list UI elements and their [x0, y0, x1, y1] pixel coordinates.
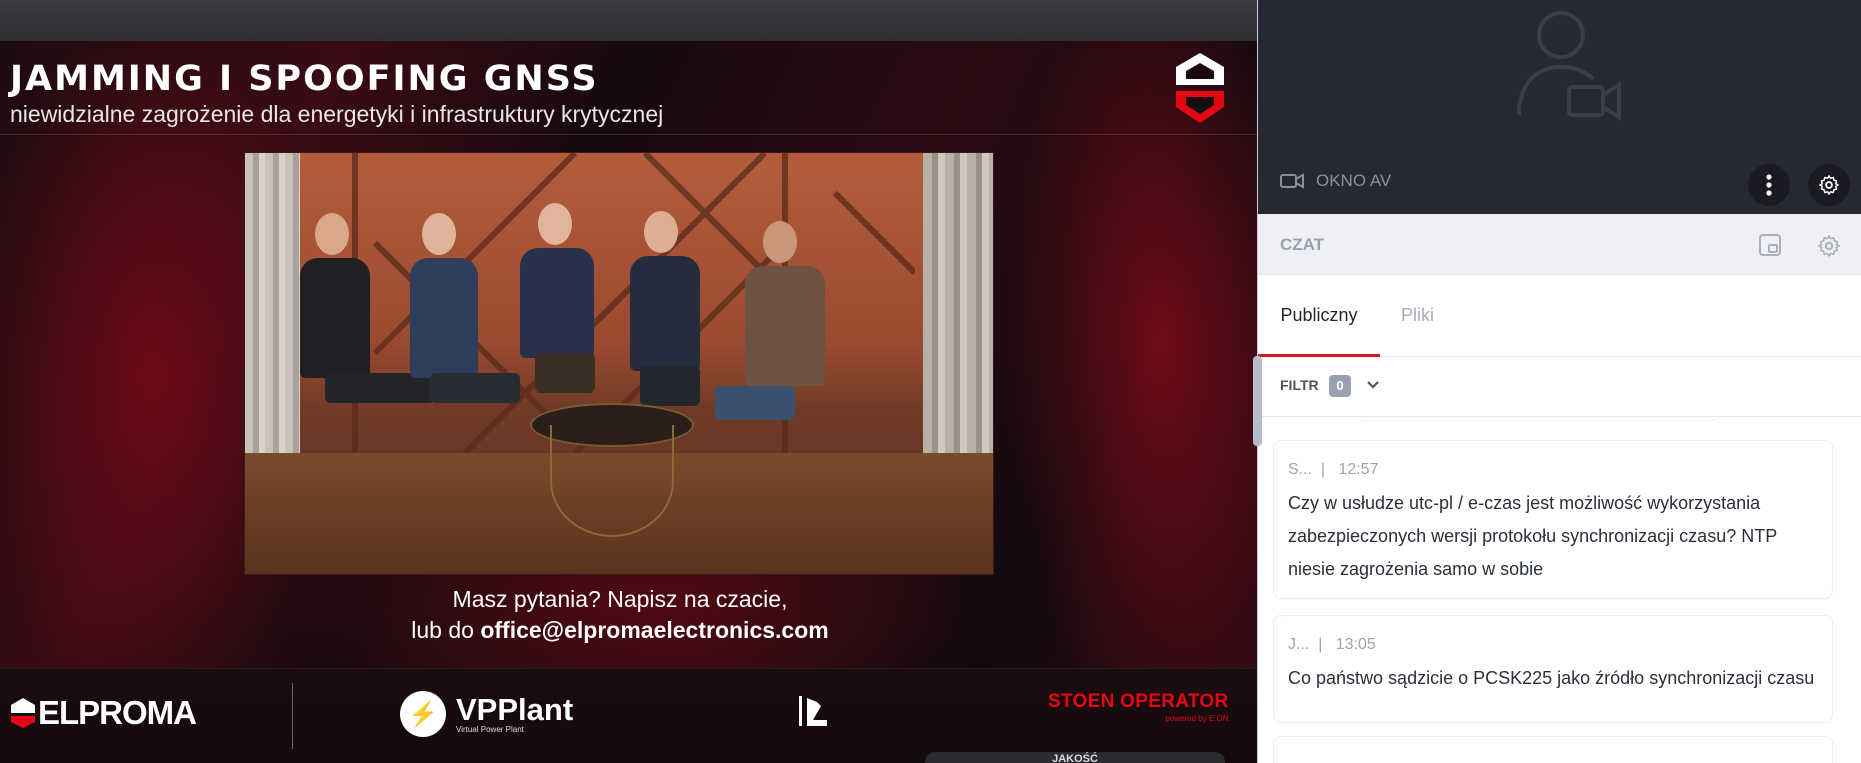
message-author: S...: [1288, 461, 1313, 478]
elproma-mark-icon: [11, 698, 35, 728]
message-text: Co państwo sądzicie o PCSK225 jako źródł…: [1288, 668, 1815, 688]
stoen-name: STOEN OPERATOR: [1048, 691, 1229, 712]
tab-files[interactable]: Pliki: [1401, 274, 1434, 356]
chat-tabs: Publiczny Pliki: [1258, 274, 1861, 357]
message-text: Czy w usłudze utc-pl / e-czas jest możli…: [1288, 493, 1777, 579]
elproma-shield-icon: [1176, 53, 1224, 123]
video-camera-icon: [1280, 173, 1304, 189]
av-more-button[interactable]: [1748, 164, 1790, 206]
av-window-label: OKNO AV: [1280, 171, 1391, 191]
more-vertical-icon: [1766, 174, 1772, 196]
contact-email: office@elpromaelectronics.com: [480, 617, 829, 643]
previous-message-edge: [1358, 416, 1720, 421]
elproma-logo: ELPROMA: [10, 693, 197, 733]
message-meta: J... | 13:05: [1288, 636, 1376, 654]
elproma-wordmark: ELPROMA: [38, 694, 197, 731]
chat-message: S... | 12:57 Czy w usłudze utc-pl / e-cz…: [1273, 440, 1833, 599]
gear-icon[interactable]: [1817, 234, 1841, 258]
message-separator: |: [1316, 461, 1334, 478]
video-stage: JAMMING I SPOOFING GNSS niewidzialne zag…: [0, 0, 1257, 763]
stoen-operator-logo: STOEN OPERATOR powered by E.ON: [1048, 691, 1229, 723]
filter-count-badge: 0: [1329, 375, 1351, 397]
questions-email-line: lub do office@elpromaelectronics.com: [0, 617, 1240, 644]
message-author: J...: [1288, 636, 1310, 653]
av-window: OKNO AV: [1258, 0, 1861, 214]
quality-button[interactable]: JAKOŚĆ: [925, 752, 1225, 763]
av-window-title: OKNO AV: [1316, 171, 1392, 190]
filter-label: FILTR: [1280, 377, 1319, 393]
popout-icon[interactable]: [1758, 233, 1782, 257]
vpplant-logo: ⚡ VPPlant Virtual Power Plant: [400, 691, 573, 737]
presentation-slide: JAMMING I SPOOFING GNSS niewidzialne zag…: [0, 41, 1257, 763]
gear-icon: [1819, 175, 1839, 195]
chat-message-list: S... | 12:57 Czy w usłudze utc-pl / e-cz…: [1258, 416, 1861, 763]
questions-prompt: Masz pytania? Napisz na czacie,: [452, 586, 788, 612]
video-top-bar: [0, 0, 1257, 41]
message-separator: |: [1313, 636, 1332, 653]
message-time: 12:57: [1338, 461, 1379, 478]
chevron-down-icon[interactable]: [1366, 380, 1380, 390]
chat-header: CZAT: [1258, 214, 1861, 275]
sponsor-bar: ELPROMA ⚡ VPPlant Virtual Power Plant ST…: [0, 668, 1257, 763]
tab-public[interactable]: Publiczny: [1258, 274, 1380, 356]
email-prefix: lub do: [411, 617, 481, 643]
sponsor-divider: [292, 683, 293, 749]
user-video-placeholder-icon: [1517, 11, 1621, 121]
chat-message: J... | 13:05 Co państwo sądzicie o PCSK2…: [1273, 615, 1833, 723]
slide-subtitle: niewidzialne zagrożenie dla energetyki i…: [10, 101, 664, 127]
vpplant-name: VPPlant: [456, 691, 574, 727]
chat-title: CZAT: [1280, 235, 1325, 254]
partner-l-logo-icon: [799, 696, 827, 726]
message-meta: S... | 12:57: [1288, 461, 1378, 479]
chat-filter[interactable]: FILTR 0: [1258, 356, 1861, 417]
av-settings-button[interactable]: [1808, 164, 1850, 206]
stoen-sub: powered by E.ON: [1165, 714, 1229, 723]
studio-video-frame: [244, 152, 994, 575]
side-panel: OKNO AV CZAT Publiczny Pliki FILTR 0 S..…: [1253, 0, 1861, 763]
lightning-bolt-icon: ⚡: [400, 691, 446, 737]
next-message-edge: [1273, 736, 1833, 763]
coffee-table-base: [550, 425, 674, 537]
slide-title: JAMMING I SPOOFING GNSS: [10, 59, 599, 99]
message-time: 13:05: [1335, 636, 1376, 653]
title-divider: [0, 134, 1257, 135]
